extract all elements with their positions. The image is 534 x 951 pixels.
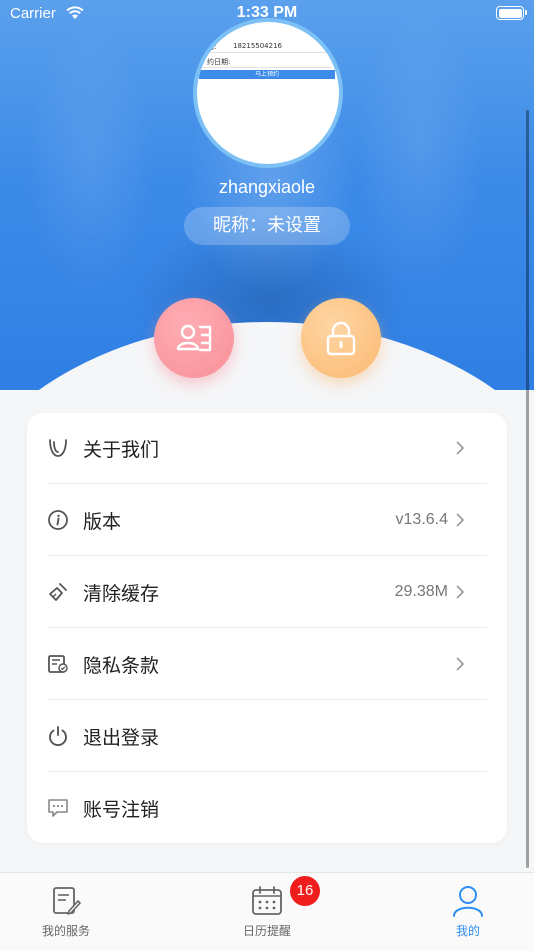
avatar[interactable]: 话: 18215504216 约日期: 马上预约 (193, 18, 343, 168)
settings-card: 关于我们 版本 v13.6.4 清除缓存 29.38M 隐私条款 退出登录 账号… (27, 413, 507, 843)
chevron-right-icon (456, 657, 465, 671)
menu-label: 隐私条款 (83, 655, 160, 677)
calendar-badge: 16 (290, 876, 320, 906)
tab-label: 我的 (455, 924, 480, 938)
chevron-right-icon (456, 513, 465, 527)
menu-value: v13.6.4 (395, 511, 448, 528)
nickname-pill[interactable]: 昵称：未设置 (184, 207, 350, 245)
menu-label: 账号注销 (83, 799, 160, 821)
chevron-right-icon (456, 585, 465, 599)
chat-icon (48, 799, 68, 817)
tab-my-services[interactable]: 我的服务 (6, 873, 126, 951)
broom-icon (49, 583, 67, 601)
chevron-right-icon (456, 441, 465, 455)
calendar-icon (252, 886, 282, 915)
username: zhangxiaole (218, 177, 316, 197)
info-icon (48, 510, 68, 530)
menu-item-logout[interactable]: 退出登录 (47, 701, 487, 772)
menu-item-privacy[interactable]: 隐私条款 (47, 629, 487, 700)
menu-label: 关于我们 (83, 439, 160, 461)
avatar-date-label: 约日期: (207, 58, 231, 66)
about-icon (49, 439, 67, 457)
profile-card-icon (176, 324, 212, 352)
avatar-phone-value: 18215504216 (233, 42, 282, 50)
menu-value: 29.38M (394, 583, 448, 600)
battery-icon (496, 6, 527, 20)
tab-label: 我的服务 (41, 924, 90, 938)
change-password-button[interactable] (301, 298, 381, 378)
service-icon (53, 887, 81, 915)
menu-label: 清除缓存 (83, 583, 160, 605)
menu-item-clear-cache[interactable]: 清除缓存 29.38M (47, 557, 487, 628)
lock-icon (326, 321, 356, 356)
avatar-phone-row: 话: 18215504216 (201, 40, 331, 53)
avatar-submit-strip: 马上预约 (199, 70, 335, 79)
edit-profile-button[interactable] (154, 298, 234, 378)
privacy-document-icon (48, 655, 68, 673)
tab-mine[interactable]: 我的 (408, 873, 528, 951)
menu-item-delete-account[interactable]: 账号注销 (47, 773, 487, 844)
menu-item-version[interactable]: 版本 v13.6.4 (47, 485, 487, 556)
scrollbar[interactable] (526, 110, 529, 868)
menu-label: 退出登录 (83, 727, 160, 749)
avatar-date-row: 约日期: (201, 55, 331, 68)
user-icon (453, 886, 483, 917)
power-icon (49, 726, 67, 747)
tab-bar: 我的服务 日历提醒 我的 (0, 872, 534, 951)
menu-item-about[interactable]: 关于我们 (47, 413, 487, 484)
tab-label: 日历提醒 (242, 924, 291, 938)
avatar-phone-label: 话: (207, 43, 217, 51)
menu-label: 版本 (83, 511, 122, 533)
